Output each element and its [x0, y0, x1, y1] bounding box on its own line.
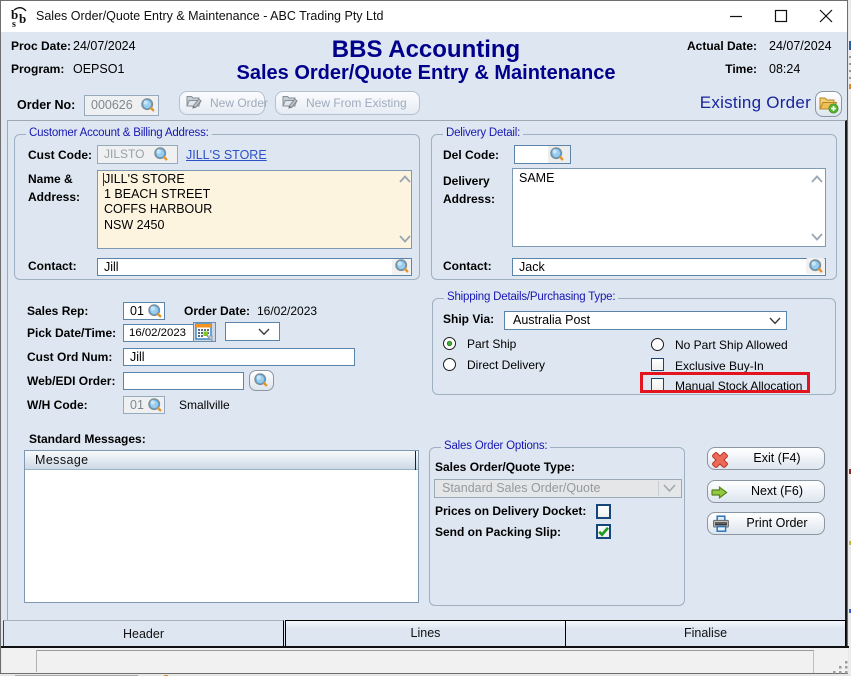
svg-text:s: s [12, 19, 16, 28]
svg-text:b: b [19, 11, 26, 26]
